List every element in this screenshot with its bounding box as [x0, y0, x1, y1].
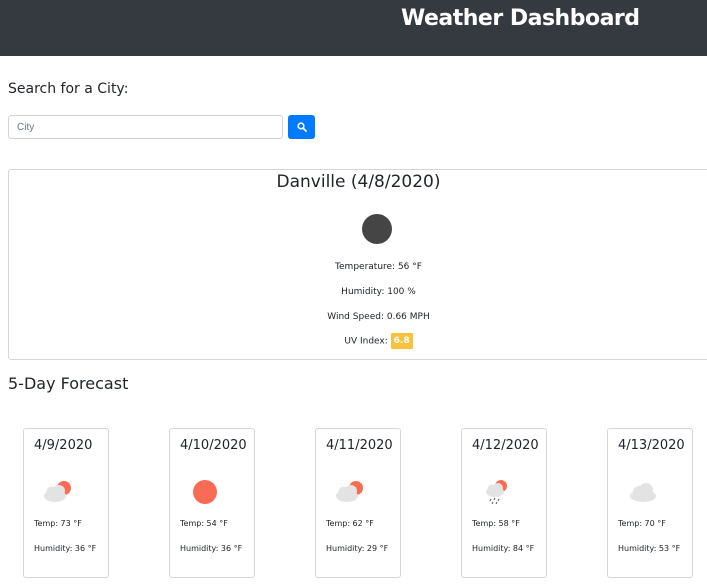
uv-label: UV Index:	[344, 336, 388, 347]
current-weather-card: Danville (4/8/2020) Temperature: 56 °F H…	[8, 169, 707, 360]
forecast-temp: Temp: 70 °F	[618, 519, 666, 528]
current-humidity: Humidity: 100 %	[341, 287, 416, 297]
search-label: Search for a City:	[8, 81, 129, 97]
forecast-title: 5-Day Forecast	[8, 374, 129, 393]
forecast-date: 4/10/2020	[180, 438, 247, 453]
forecast-card: 4/10/2020 Temp: 54 °F Humidity: 36 °F	[169, 428, 255, 578]
forecast-humidity: Humidity: 36 °F	[180, 544, 243, 553]
forecast-date: 4/11/2020	[326, 438, 393, 453]
forecast-card: 4/9/2020 Temp: 73 °F Humidity: 36 °F	[23, 428, 109, 578]
rain-icon	[486, 480, 507, 505]
partly-cloudy-icon	[44, 481, 71, 502]
forecast-date: 4/13/2020	[618, 438, 685, 453]
search-button[interactable]	[288, 115, 315, 139]
current-city-title: Danville (4/8/2020)	[276, 172, 441, 192]
forecast-temp: Temp: 73 °F	[34, 519, 82, 528]
forecast-card: 4/13/2020 Temp: 70 °F Humidity: 53 °F	[607, 428, 693, 578]
uv-index-badge: 6.8	[390, 333, 413, 349]
forecast-humidity: Humidity: 36 °F	[34, 544, 97, 553]
search-icon	[296, 122, 307, 132]
dark-circle-icon	[362, 214, 392, 244]
forecast-temp: Temp: 58 °F	[472, 519, 520, 528]
city-search-input[interactable]	[8, 115, 283, 139]
cloud-icon	[630, 483, 656, 502]
forecast-temp: Temp: 54 °F	[180, 519, 228, 528]
forecast-card: 4/11/2020 Temp: 62 °F Humidity: 29 °F	[315, 428, 401, 578]
header-bar: Weather Dashboard	[0, 0, 707, 56]
current-wind-speed: Wind Speed: 0.66 MPH	[327, 312, 430, 322]
forecast-humidity: Humidity: 84 °F	[472, 544, 535, 553]
forecast-date: 4/9/2020	[34, 438, 93, 453]
forecast-card: 4/12/2020 Temp: 58 °F Humidity: 84 °F	[461, 428, 547, 578]
forecast-humidity: Humidity: 53 °F	[618, 544, 681, 553]
current-uv-row: UV Index: 6.8	[9, 333, 707, 349]
forecast-temp: Temp: 62 °F	[326, 519, 374, 528]
forecast-humidity: Humidity: 29 °F	[326, 544, 389, 553]
partly-cloudy-icon	[336, 481, 363, 502]
current-temperature: Temperature: 56 °F	[335, 262, 422, 272]
forecast-date: 4/12/2020	[472, 438, 539, 453]
sun-icon	[193, 480, 217, 504]
app-title: Weather Dashboard	[401, 6, 640, 31]
